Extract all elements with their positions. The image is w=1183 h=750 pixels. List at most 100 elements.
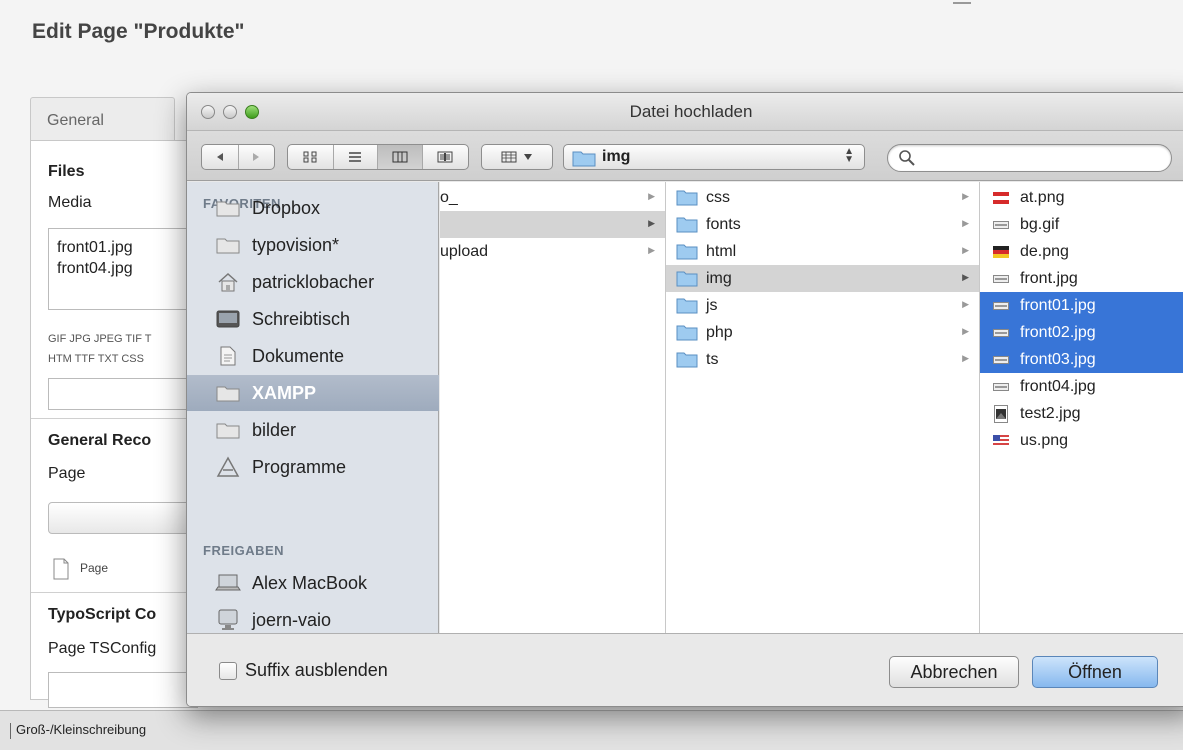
desktop-icon bbox=[215, 308, 241, 330]
arrange-grid-icon bbox=[501, 151, 517, 163]
file-item[interactable]: bg.gif bbox=[980, 211, 1183, 238]
folder-icon bbox=[215, 234, 241, 256]
folder-item[interactable]: css ▶ bbox=[666, 184, 979, 211]
divider bbox=[31, 418, 189, 419]
blue-folder-icon bbox=[676, 297, 698, 315]
sidebar-item-dokumente[interactable]: Dokumente bbox=[187, 338, 439, 374]
folder-item[interactable]: ts ▶ bbox=[666, 346, 979, 373]
folder-item-label: css bbox=[706, 188, 730, 206]
icon-view-button[interactable] bbox=[288, 145, 334, 169]
disclosure-arrow-icon: ▶ bbox=[962, 191, 969, 201]
list-view-icon bbox=[349, 152, 362, 162]
forward-button[interactable] bbox=[239, 145, 275, 169]
folder-item[interactable]: js ▶ bbox=[666, 292, 979, 319]
divider bbox=[31, 592, 189, 593]
page-icon bbox=[53, 558, 69, 580]
search-input[interactable] bbox=[887, 144, 1172, 172]
folder-item[interactable]: fonts ▶ bbox=[666, 211, 979, 238]
folder-item[interactable]: img ▶ bbox=[666, 265, 979, 292]
folder-icon bbox=[215, 419, 241, 441]
media-upload-field[interactable] bbox=[48, 378, 198, 410]
disclosure-arrow-icon: ▶ bbox=[648, 218, 655, 228]
up-down-arrows-icon: ▲ ▼ bbox=[844, 146, 854, 165]
tab-general[interactable]: General bbox=[30, 97, 175, 141]
flag-de-icon bbox=[990, 243, 1012, 261]
file-item[interactable]: at.png bbox=[980, 184, 1183, 211]
flag-at-icon bbox=[990, 189, 1012, 207]
disclosure-arrow-icon: ▶ bbox=[962, 353, 969, 363]
case-sensitive-checkbox[interactable] bbox=[10, 722, 12, 739]
page-tsconfig-label: Page TSConfig bbox=[48, 640, 157, 657]
file-item[interactable]: front04.jpg bbox=[980, 373, 1183, 400]
folder-item-label: img bbox=[706, 269, 732, 287]
allowed-types-line: GIF JPG JPEG TIF T bbox=[48, 333, 152, 345]
file-item[interactable]: test2.jpg bbox=[980, 400, 1183, 427]
file-upload-dialog: Datei hochladen img ▲ ▼ FAVORITEN Dropbo… bbox=[186, 92, 1183, 707]
file-item-label: front.jpg bbox=[1020, 269, 1078, 287]
coverflow-view-button[interactable] bbox=[423, 145, 468, 169]
sidebar-item-label: typovision* bbox=[252, 234, 340, 255]
folder-item[interactable]: php ▶ bbox=[666, 319, 979, 346]
media-file-item: front01.jpg bbox=[57, 239, 133, 256]
sidebar-item-patricklobacher[interactable]: patricklobacher bbox=[187, 264, 439, 300]
back-button[interactable] bbox=[202, 145, 239, 169]
file-item[interactable]: front01.jpg bbox=[980, 292, 1183, 319]
media-file-list[interactable]: front01.jpg front04.jpg bbox=[48, 228, 198, 310]
path-label: img bbox=[602, 148, 631, 165]
page-tsconfig-textarea[interactable] bbox=[48, 672, 198, 708]
file-item[interactable]: de.png bbox=[980, 238, 1183, 265]
folder-icon bbox=[215, 197, 241, 219]
file-item[interactable]: us.png bbox=[980, 427, 1183, 454]
list-item[interactable]: o_ ▶ bbox=[440, 184, 665, 211]
sidebar-item-programme[interactable]: Programme bbox=[187, 449, 439, 485]
back-forward-group bbox=[201, 144, 275, 170]
disclosure-arrow-icon: ▶ bbox=[648, 245, 655, 255]
icon-view-icon bbox=[303, 151, 317, 163]
sidebar-item-dropbox[interactable]: Dropbox bbox=[187, 190, 439, 226]
folder-item-label: html bbox=[706, 242, 737, 260]
open-button[interactable]: Öffnen bbox=[1032, 656, 1158, 688]
column-view-icon bbox=[392, 151, 408, 163]
list-view-button[interactable] bbox=[334, 145, 379, 169]
hide-suffix-checkbox[interactable] bbox=[219, 662, 237, 680]
sidebar-item-label: Schreibtisch bbox=[252, 308, 351, 329]
file-item-label: front03.jpg bbox=[1020, 350, 1096, 368]
dialog-toolbar: img ▲ ▼ bbox=[187, 131, 1183, 181]
file-item-label: bg.gif bbox=[1020, 215, 1060, 233]
column-view-button[interactable] bbox=[378, 145, 423, 169]
sidebar-item-bilder[interactable]: bilder bbox=[187, 412, 439, 448]
image-thumb-icon bbox=[990, 324, 1012, 342]
disclosure-arrow-icon: ▶ bbox=[962, 245, 969, 255]
sidebar-item-alex-macbook[interactable]: Alex MacBook bbox=[187, 565, 439, 601]
view-mode-group bbox=[287, 144, 469, 170]
file-item[interactable]: front02.jpg bbox=[980, 319, 1183, 346]
case-sensitive-label: Groß-/Kleinschreibung bbox=[16, 722, 147, 737]
file-item-label: front04.jpg bbox=[1020, 377, 1096, 395]
image-thumb-icon bbox=[990, 351, 1012, 369]
page-label: Page bbox=[48, 465, 86, 482]
path-popup-button[interactable]: img ▲ ▼ bbox=[563, 144, 865, 170]
file-item-label: front02.jpg bbox=[1020, 323, 1096, 341]
sidebar-item-label: Dropbox bbox=[252, 197, 321, 218]
file-item[interactable]: front.jpg bbox=[980, 265, 1183, 292]
coverflow-view-icon bbox=[437, 151, 453, 163]
sidebar-item-schreibtisch[interactable]: Schreibtisch bbox=[187, 301, 439, 337]
allowed-types-line: HTM TTF TXT CSS bbox=[48, 353, 144, 365]
folder-item[interactable]: html ▶ bbox=[666, 238, 979, 265]
sidebar-item-typovision[interactable]: typovision* bbox=[187, 227, 439, 263]
folder-icon bbox=[215, 382, 241, 404]
page-select-field[interactable] bbox=[48, 502, 198, 534]
media-file-item: front04.jpg bbox=[57, 260, 133, 277]
list-item[interactable]: ▶ bbox=[440, 211, 665, 238]
blue-folder-icon bbox=[676, 216, 698, 234]
sidebar-item-xampp[interactable]: XAMPP bbox=[187, 375, 439, 411]
list-item[interactable]: upload ▶ bbox=[440, 238, 665, 265]
section-general-records-heading: General Reco bbox=[48, 432, 152, 449]
column-3: at.png bg.gif de.png front.jpg front01.jpg fr… bbox=[980, 182, 1183, 633]
blue-folder-icon bbox=[676, 324, 698, 342]
arrange-menu-button[interactable] bbox=[481, 144, 553, 170]
file-item[interactable]: front03.jpg bbox=[980, 346, 1183, 373]
blue-folder-icon bbox=[676, 243, 698, 261]
sidebar-item-label: XAMPP bbox=[252, 382, 317, 403]
cancel-button[interactable]: Abbrechen bbox=[889, 656, 1019, 688]
